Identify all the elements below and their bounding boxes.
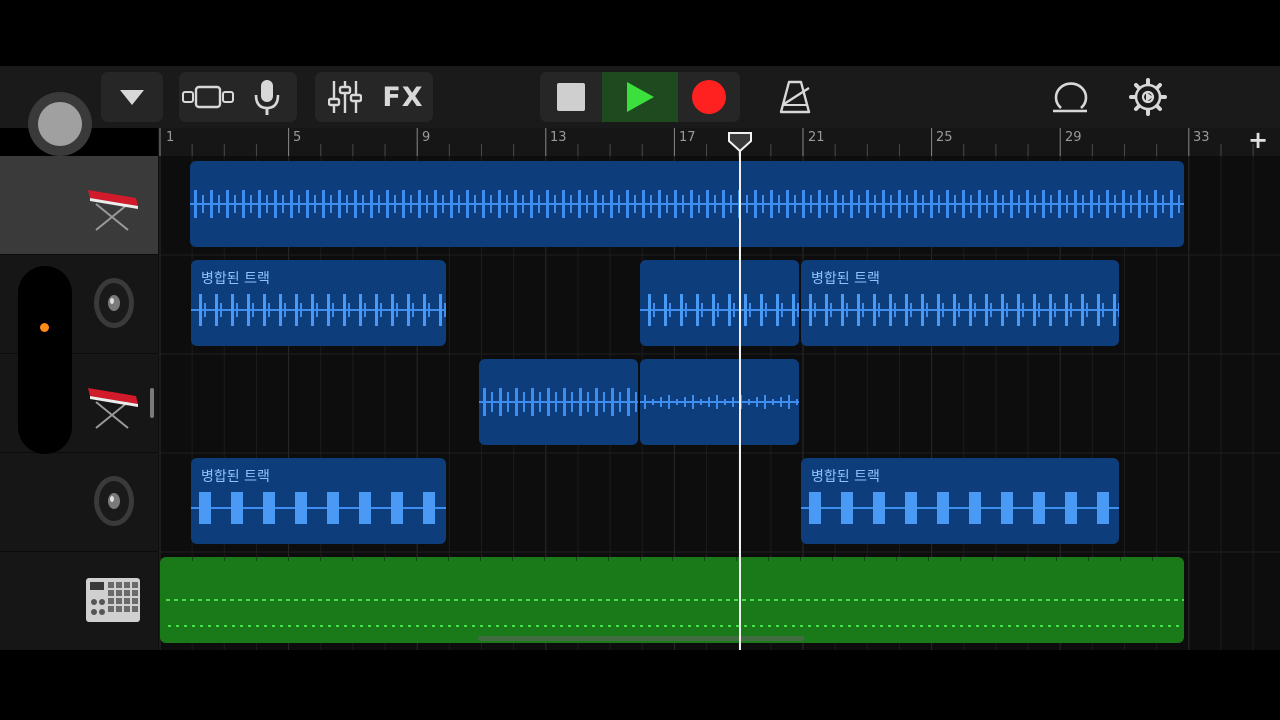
bar-number: 21	[808, 130, 825, 145]
tracks-area[interactable]: 병합된 트랙 병합된 트랙 병합된 트랙 병합된 트랙	[158, 156, 1280, 650]
playhead-handle-icon	[728, 132, 752, 153]
keyboard-icon	[84, 176, 142, 234]
microphone-button[interactable]	[238, 72, 296, 122]
loop-browser-button[interactable]	[1046, 76, 1094, 118]
track-header-keyboard-1[interactable]	[0, 156, 158, 255]
keyboard-icon	[84, 374, 142, 432]
settings-button[interactable]	[1124, 76, 1172, 118]
region-track3-a[interactable]	[479, 359, 638, 445]
bar-number: 9	[422, 130, 431, 145]
mixer-fx-group: FX	[315, 72, 433, 122]
region-track1[interactable]	[190, 161, 1184, 247]
stop-icon	[557, 83, 585, 111]
region-track2-c[interactable]: 병합된 트랙	[801, 260, 1119, 346]
metronome-button[interactable]	[770, 76, 820, 118]
region-name: 병합된 트랙	[811, 271, 880, 287]
waveform	[640, 294, 799, 326]
bar-number: 5	[293, 130, 302, 145]
bottom-letterbox	[0, 650, 1280, 720]
region-track4-a[interactable]: 병합된 트랙	[191, 458, 446, 544]
microphone-icon	[254, 80, 280, 115]
bar-number: 29	[1065, 130, 1082, 145]
transport-group	[540, 72, 740, 122]
play-button[interactable]	[602, 72, 678, 122]
fx-button[interactable]: FX	[374, 72, 432, 122]
activity-dot	[40, 323, 49, 332]
horizontal-scroll-indicator[interactable]	[478, 636, 804, 641]
loop-icon	[1053, 82, 1088, 113]
track-volume-panel[interactable]	[18, 266, 72, 454]
master-knob-inner	[38, 102, 82, 146]
bar-number: 17	[679, 130, 696, 145]
waveform	[479, 388, 638, 416]
waveform	[640, 395, 799, 409]
bar-number: 1	[166, 130, 175, 145]
region-track5-drummer[interactable]	[160, 557, 1184, 643]
playhead-handle[interactable]	[727, 131, 753, 153]
mixer-sliders-icon	[328, 81, 362, 113]
track-header-speaker-4[interactable]	[0, 453, 158, 552]
tracks-view-button[interactable]	[180, 72, 238, 122]
region-name: 병합된 트랙	[201, 271, 270, 287]
gear-icon	[1129, 78, 1167, 116]
tracks-view-icon	[182, 85, 234, 109]
record-icon	[692, 80, 726, 114]
region-name: 병합된 트랙	[811, 469, 880, 485]
playhead-line	[739, 148, 741, 650]
record-button[interactable]	[678, 72, 740, 122]
region-track2-b[interactable]	[640, 260, 799, 346]
track-header-drums-5[interactable]	[0, 552, 158, 651]
stop-button[interactable]	[540, 72, 602, 122]
waveform	[190, 190, 1184, 218]
region-track2-a[interactable]: 병합된 트랙	[191, 260, 446, 346]
fx-label: FX	[382, 81, 424, 113]
garageband-tracks-view: FX 1 5 9 13 17 21 25 29 33 + 병합된 트랙 병합된 …	[0, 0, 1280, 720]
resize-handle[interactable]	[150, 388, 154, 418]
add-section-button[interactable]: +	[1248, 126, 1268, 154]
mixer-button[interactable]	[316, 72, 374, 122]
triangle-down-icon	[120, 90, 144, 105]
bar-number: 13	[550, 130, 567, 145]
region-name: 병합된 트랙	[201, 469, 270, 485]
bar-number: 25	[936, 130, 953, 145]
browser-button[interactable]	[101, 72, 163, 122]
master-knob-button[interactable]	[28, 92, 92, 156]
bar-number: 33	[1193, 130, 1210, 145]
speaker-icon	[84, 473, 142, 531]
drummer-pattern	[160, 557, 1184, 627]
view-group	[179, 72, 297, 122]
region-track3-b[interactable]	[640, 359, 799, 445]
timeline-ruler[interactable]: 1 5 9 13 17 21 25 29 33 +	[158, 126, 1280, 156]
play-icon	[627, 82, 654, 112]
metronome-icon	[779, 80, 811, 114]
drum-machine-icon	[84, 572, 142, 630]
speaker-icon	[84, 275, 142, 333]
ruler-ticks	[159, 128, 1254, 156]
region-track4-b[interactable]: 병합된 트랙	[801, 458, 1119, 544]
